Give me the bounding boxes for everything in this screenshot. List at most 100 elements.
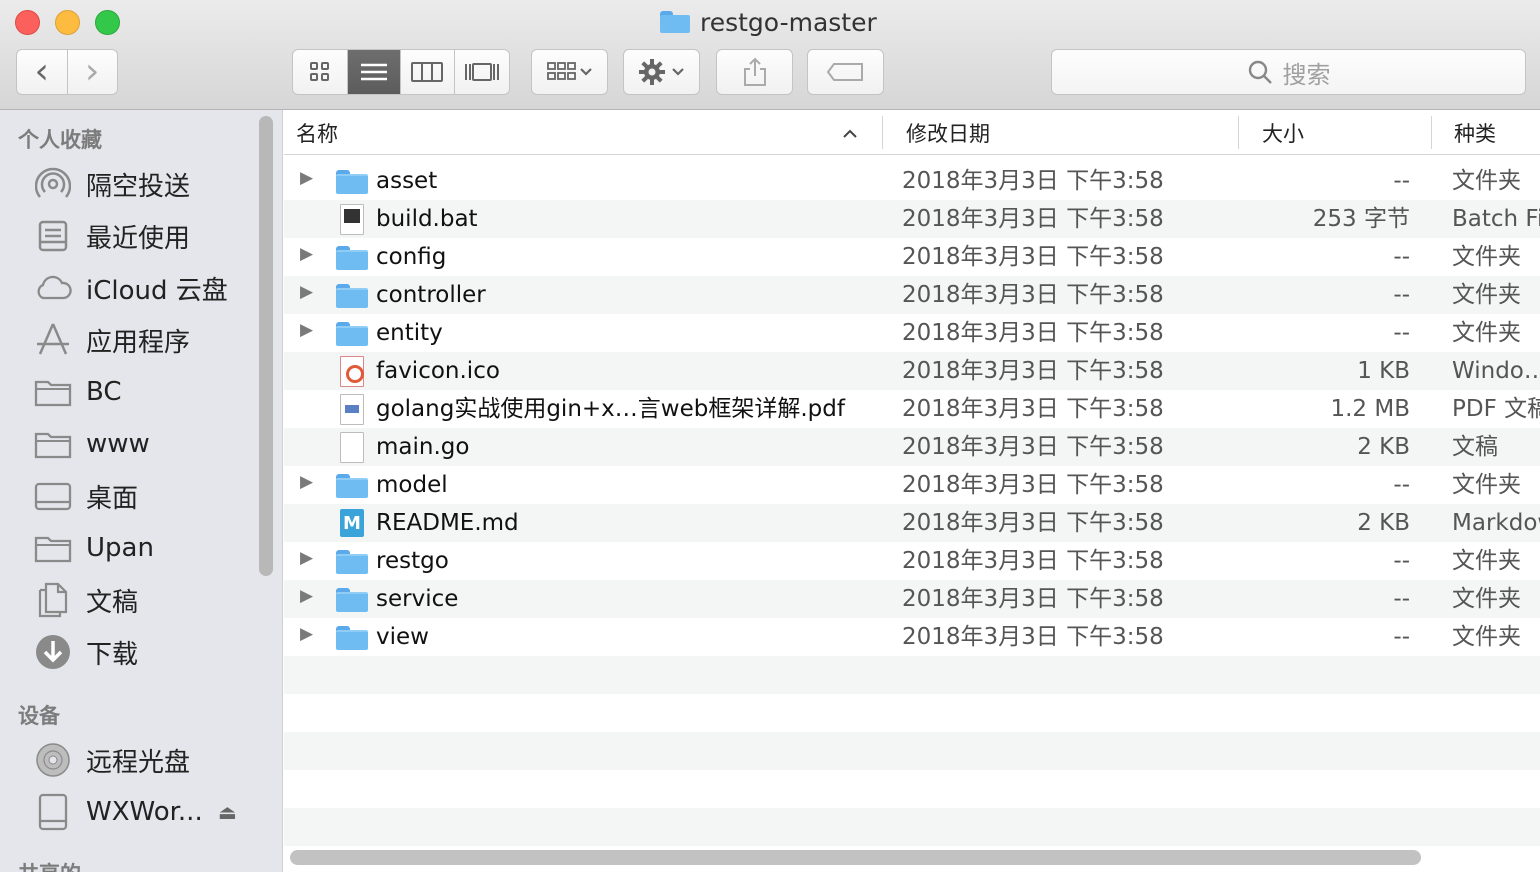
finder-window: restgo-master ‹ › 搜索 个人收藏 隔空投送 最近使用 iClo… <box>0 0 1540 872</box>
disclosure-triangle-icon[interactable]: ▶ <box>300 624 313 644</box>
disclosure-triangle-icon[interactable]: ▶ <box>300 548 313 568</box>
folder-icon <box>336 588 368 612</box>
file-kind: 文件夹 <box>1452 282 1521 308</box>
file-kind: 文件夹 <box>1452 168 1521 194</box>
file-row[interactable]: favicon.ico 2018年3月3日 下午3:58 1 KB Windo… <box>284 352 1540 390</box>
nav-buttons: ‹ › <box>16 49 118 95</box>
file-kind: Windo… <box>1452 358 1540 384</box>
desktop-icon <box>34 477 72 515</box>
column-header-label: 种类 <box>1454 121 1496 146</box>
file-name: view <box>376 624 429 650</box>
sidebar-scrollbar[interactable] <box>259 116 273 576</box>
documents-icon <box>34 581 72 619</box>
column-header-size[interactable]: 大小 <box>1262 110 1304 155</box>
group-by-button[interactable] <box>531 49 608 95</box>
window-title-text: restgo-master <box>700 7 877 37</box>
file-size: -- <box>1393 624 1410 650</box>
cloud-icon <box>34 269 72 307</box>
file-kind: Batch File <box>1452 206 1540 232</box>
file-name: main.go <box>376 434 470 460</box>
action-menu-button[interactable] <box>623 49 700 95</box>
file-name: favicon.ico <box>376 358 500 384</box>
folder-icon <box>336 170 368 194</box>
tag-icon <box>826 63 863 81</box>
zoom-button[interactable] <box>95 10 120 35</box>
column-divider[interactable] <box>1238 116 1239 149</box>
file-date: 2018年3月3日 下午3:58 <box>902 244 1164 270</box>
empty-row <box>284 656 1540 694</box>
sidebar-item-label: BC <box>86 377 122 407</box>
sidebar-section-shared: 共享的 <box>18 858 81 872</box>
share-button[interactable] <box>716 49 793 95</box>
file-size: 1.2 MB <box>1330 396 1410 422</box>
search-icon <box>1248 60 1272 84</box>
sidebar-item-desktop[interactable]: 桌面 <box>34 474 138 518</box>
file-size: 1 KB <box>1357 358 1410 384</box>
file-row[interactable]: ▶ service 2018年3月3日 下午3:58 -- 文件夹 <box>284 580 1540 618</box>
sidebar-item-label: 远程光盘 <box>86 747 191 778</box>
disclosure-triangle-icon[interactable]: ▶ <box>300 320 313 340</box>
downloads-icon <box>34 633 72 671</box>
column-view-button[interactable] <box>401 50 455 94</box>
tag-button[interactable] <box>807 49 884 95</box>
file-row[interactable]: ▶ entity 2018年3月3日 下午3:58 -- 文件夹 <box>284 314 1540 352</box>
file-row[interactable]: ▶ asset 2018年3月3日 下午3:58 -- 文件夹 <box>284 162 1540 200</box>
file-row[interactable]: M README.md 2018年3月3日 下午3:58 2 KB Markdown <box>284 504 1540 542</box>
file-row[interactable]: ▶ controller 2018年3月3日 下午3:58 -- 文件夹 <box>284 276 1540 314</box>
search-field[interactable]: 搜索 <box>1051 49 1526 95</box>
disclosure-triangle-icon[interactable]: ▶ <box>300 168 313 188</box>
column-divider[interactable] <box>882 116 883 149</box>
file-row[interactable]: main.go 2018年3月3日 下午3:58 2 KB 文稿 <box>284 428 1540 466</box>
close-button[interactable] <box>15 10 40 35</box>
sidebar-item-icloud[interactable]: iCloud 云盘 <box>34 266 228 310</box>
column-header-name[interactable]: 名称 <box>296 110 866 155</box>
file-name: model <box>376 472 448 498</box>
empty-row <box>284 808 1540 846</box>
sidebar-item-remote-disc[interactable]: 远程光盘 <box>34 738 190 782</box>
list-header: 名称 修改日期 大小 种类 <box>284 110 1540 155</box>
empty-row <box>284 770 1540 808</box>
sidebar-item-label: 最近使用 <box>86 223 191 254</box>
file-row[interactable]: ▶ view 2018年3月3日 下午3:58 -- 文件夹 <box>284 618 1540 656</box>
sidebar-item-www[interactable]: www <box>34 422 150 466</box>
file-row[interactable]: ▶ restgo 2018年3月3日 下午3:58 -- 文件夹 <box>284 542 1540 580</box>
sidebar-item-applications[interactable]: 应用程序 <box>34 318 190 362</box>
list-view-icon <box>360 63 387 81</box>
coverflow-view-button[interactable] <box>455 50 509 94</box>
file-row[interactable]: ▶ model 2018年3月3日 下午3:58 -- 文件夹 <box>284 466 1540 504</box>
column-header-kind[interactable]: 种类 <box>1454 110 1496 155</box>
folder-icon <box>336 550 368 574</box>
sidebar-item-upan[interactable]: Upan <box>34 526 154 570</box>
disclosure-triangle-icon[interactable]: ▶ <box>300 472 313 492</box>
file-size: -- <box>1393 472 1410 498</box>
back-button[interactable]: ‹ <box>17 50 68 94</box>
forward-button[interactable]: › <box>68 50 118 94</box>
file-row[interactable]: ▶ config 2018年3月3日 下午3:58 -- 文件夹 <box>284 238 1540 276</box>
eject-icon[interactable]: ⏏ <box>218 800 237 824</box>
list-view-button[interactable] <box>347 50 401 94</box>
recents-icon <box>34 217 72 255</box>
sidebar-item-recents[interactable]: 最近使用 <box>34 214 190 258</box>
disclosure-triangle-icon[interactable]: ▶ <box>300 586 313 606</box>
column-divider[interactable] <box>1431 116 1432 149</box>
sidebar-item-wxwork[interactable]: WXWor... <box>34 790 203 834</box>
file-size: -- <box>1393 168 1410 194</box>
horizontal-scrollbar[interactable] <box>290 850 1421 865</box>
batch-file-icon <box>340 204 364 235</box>
sidebar-item-airdrop[interactable]: 隔空投送 <box>34 162 190 206</box>
file-size: -- <box>1393 320 1410 346</box>
file-name: golang实战使用gin+x…言web框架详解.pdf <box>376 396 845 422</box>
file-kind: 文件夹 <box>1452 586 1521 612</box>
disclosure-triangle-icon[interactable]: ▶ <box>300 244 313 264</box>
file-row[interactable]: golang实战使用gin+x…言web框架详解.pdf 2018年3月3日 下午… <box>284 390 1540 428</box>
disclosure-triangle-icon[interactable]: ▶ <box>300 282 313 302</box>
file-row[interactable]: build.bat 2018年3月3日 下午3:58 253 字节 Batch Fil… <box>284 200 1540 238</box>
ico-file-icon <box>340 356 364 387</box>
minimize-button[interactable] <box>55 10 80 35</box>
column-header-date[interactable]: 修改日期 <box>906 110 990 155</box>
file-kind: 文件夹 <box>1452 472 1521 498</box>
sidebar-item-documents[interactable]: 文稿 <box>34 578 138 622</box>
sidebar-item-bc[interactable]: BC <box>34 370 122 414</box>
icon-view-button[interactable] <box>293 50 348 94</box>
sidebar-item-downloads[interactable]: 下载 <box>34 630 138 674</box>
